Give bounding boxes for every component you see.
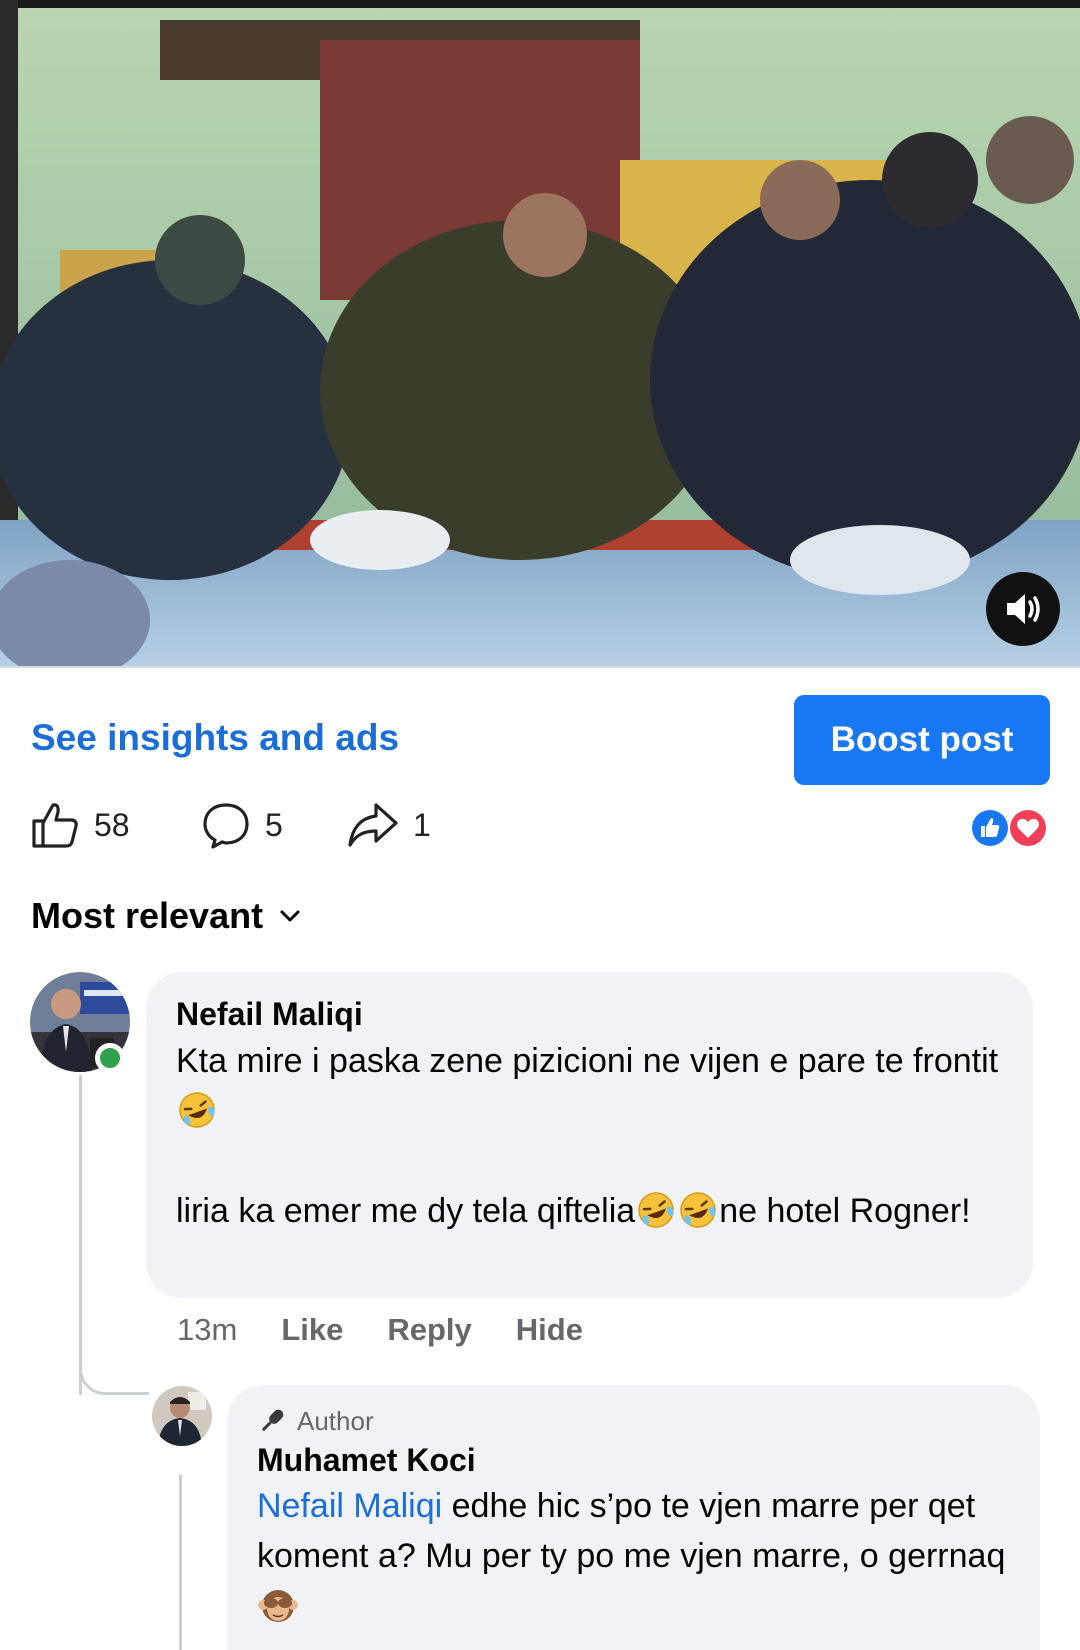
comment-sort-dropdown[interactable]: Most relevant (31, 895, 301, 937)
author-badge-label: Author (297, 1405, 374, 1436)
boost-post-button[interactable]: Boost post (794, 695, 1050, 785)
reply-comment-button[interactable]: Reply (387, 1312, 471, 1348)
comment-count-button[interactable]: 5 (201, 800, 283, 850)
reply-thread-line (179, 1475, 182, 1650)
see-no-evil-monkey-emoji-icon (258, 1590, 298, 1622)
comment-bubble-icon (203, 803, 249, 849)
video-frame-image (0, 0, 1080, 666)
comment-text-line: liria ka emer me dy tela qiftelia (176, 1192, 636, 1230)
rofl-emoji-icon (638, 1192, 674, 1228)
online-status-indicator (95, 1043, 125, 1073)
love-reaction-icon (1008, 808, 1048, 848)
comment-text-line: ne hotel Rogner! (719, 1192, 971, 1230)
speaker-icon (1007, 594, 1040, 624)
share-count: 1 (413, 806, 431, 843)
thread-connector-line (79, 1075, 82, 1395)
sound-toggle-button[interactable] (986, 572, 1060, 646)
thread-connector-curve (79, 1365, 149, 1395)
author-badge: Author (257, 1403, 1010, 1439)
microphone-icon (261, 1409, 284, 1432)
reaction-summary[interactable] (968, 806, 1050, 850)
comment-text: Kta mire i paska zene pizicioni ne vijen… (176, 1036, 1003, 1236)
see-insights-link[interactable]: See insights and ads (31, 717, 399, 759)
like-comment-button[interactable]: Like (281, 1312, 343, 1348)
comment-bubble: Nefail Maliqi Kta mire i paska zene pizi… (146, 972, 1033, 1298)
like-count: 58 (94, 806, 130, 843)
comment-author-name[interactable]: Nefail Maliqi (176, 992, 1003, 1036)
share-count-button[interactable]: 1 (347, 800, 431, 850)
like-count-button[interactable]: 58 (30, 800, 130, 850)
sort-label: Most relevant (31, 895, 264, 936)
mention-link[interactable]: Nefail Maliqi (257, 1487, 442, 1525)
reply-bubble: Author Muhamet Koci Nefail Maliqi edhe h… (227, 1385, 1040, 1650)
comment-actions: 13m Like Reply Hide (177, 1310, 627, 1350)
rofl-emoji-icon (680, 1192, 716, 1228)
comment-text: Nefail Maliqi edhe hic s’po te vjen marr… (257, 1481, 1010, 1631)
post-video[interactable] (0, 0, 1080, 668)
thumbs-up-icon (32, 803, 78, 848)
avatar[interactable] (152, 1386, 212, 1446)
comment-timestamp[interactable]: 13m (177, 1312, 237, 1348)
comment-text-line: Kta mire i paska zene pizicioni ne vijen… (176, 1042, 999, 1080)
hide-comment-button[interactable]: Hide (516, 1312, 583, 1348)
chevron-down-icon (280, 910, 300, 922)
comment-count: 5 (265, 806, 283, 843)
rofl-emoji-icon (179, 1092, 215, 1128)
like-reaction-icon (970, 808, 1010, 848)
share-arrow-icon (348, 803, 398, 847)
comment-author-name[interactable]: Muhamet Koci (257, 1439, 1010, 1481)
